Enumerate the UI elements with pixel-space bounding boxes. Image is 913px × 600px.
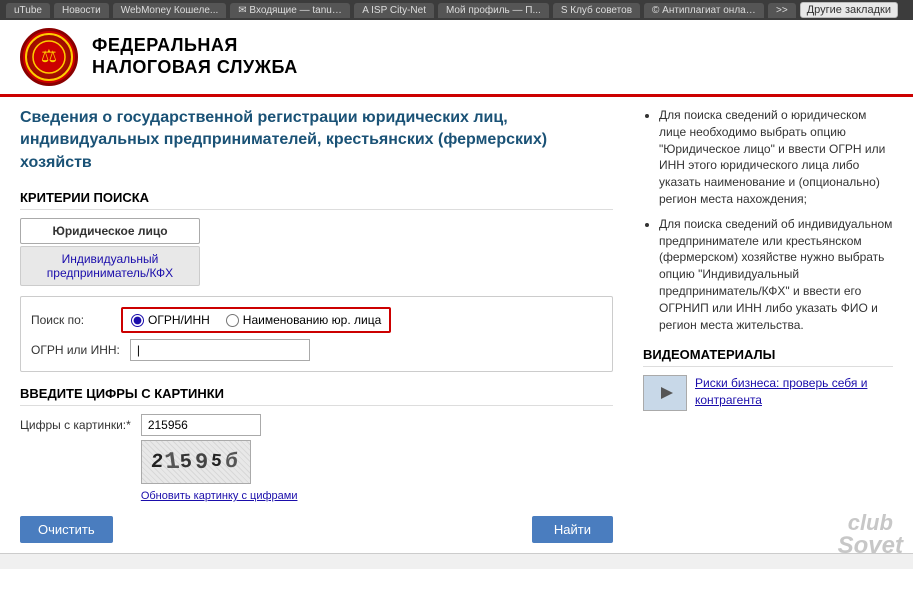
search-by-label: Поиск по: [31,313,111,327]
tab-club[interactable]: S Клуб советов [553,3,640,18]
tab-profile[interactable]: Мой профиль — П... [438,3,549,18]
scrollbar[interactable] [0,553,913,569]
video-thumbnail [643,375,687,411]
captcha-row: Цифры с картинки:* 2 1 5 9 5 б [20,414,613,502]
tab-isp[interactable]: A ISP City-Net [354,3,434,18]
buttons-row: Очистить Найти [20,516,613,543]
entity-tabs: Юридическое лицо Индивидуальный предприн… [20,218,613,286]
radio-name-option[interactable]: Наименованию юр. лица [226,313,381,327]
tab-antiplagiat[interactable]: © Антиплагиат онлай... [644,3,764,18]
captcha-display-text6: б [224,451,242,474]
site-header: ⚖ ФЕДЕРАЛЬНАЯ НАЛОГОВАЯ СЛУЖБА [0,20,913,97]
bookmarks-folder[interactable]: Другие закладки [800,2,898,18]
radio-ogrn-label: ОГРН/ИНН [148,313,210,327]
left-panel: Сведения о государственной регистрации ю… [20,107,633,543]
svg-text:⚖: ⚖ [41,46,57,66]
captcha-label-text: Цифры с картинки:* [20,418,131,432]
video-item: Риски бизнеса: проверь себя и контрагент… [643,375,893,411]
tab-legal-entity[interactable]: Юридическое лицо [20,218,200,244]
logo-text: ФЕДЕРАЛЬНАЯ НАЛОГОВАЯ СЛУЖБА [92,35,298,78]
clear-button[interactable]: Очистить [20,516,113,543]
tab-webmoney[interactable]: WebMoney Кошеле... [113,3,227,18]
tab-individual[interactable]: Индивидуальный предприниматель/КФХ [20,246,200,286]
radio-name-label: Наименованию юр. лица [243,313,381,327]
logo-title-line2: НАЛОГОВАЯ СЛУЖБА [92,57,298,79]
video-link[interactable]: Риски бизнеса: проверь себя и контрагент… [695,375,893,409]
ogrn-inn-input[interactable] [130,339,310,361]
captcha-input[interactable] [141,414,261,436]
video-section-heading: ВИДЕОМАТЕРИАЛЫ [643,347,893,367]
captcha-image: 2 1 5 9 5 б [141,440,251,484]
tab-news[interactable]: Новости [54,3,109,18]
find-button[interactable]: Найти [532,516,613,543]
tab-inbox[interactable]: ✉ Входящие — tanuss... [230,3,350,18]
info-item-1: Для поиска сведений о юридическом лице н… [659,107,893,208]
radio-name-input[interactable] [226,314,239,327]
captcha-heading: ВВЕДИТЕ ЦИФРЫ С КАРТИНКИ [20,386,613,406]
tab-more[interactable]: >> [768,3,796,18]
ogrn-inn-label: ОГРН или ИНН: [31,343,120,357]
captcha-inputs: 2 1 5 9 5 б Обновить картинку с цифрами [141,414,298,502]
right-panel: Для поиска сведений о юридическом лице н… [633,107,893,543]
content-area: Сведения о государственной регистрации ю… [0,97,913,553]
watermark: club Sovet [838,512,903,558]
radio-ogrn-input[interactable] [131,314,144,327]
captcha-display-text3: 5 [179,450,196,474]
captcha-display-text5: 5 [210,452,226,473]
radio-group: ОГРН/ИНН Наименованию юр. лица [121,307,391,333]
captcha-section: ВВЕДИТЕ ЦИФРЫ С КАРТИНКИ Цифры с картинк… [20,386,613,502]
logo-inner: ⚖ [25,33,73,81]
search-by-row: Поиск по: ОГРН/ИНН Наименованию юр. лица [31,307,602,333]
ogrn-inn-row: ОГРН или ИНН: [31,339,602,361]
info-item-2: Для поиска сведений об индивидуальном пр… [659,216,893,334]
site-wrapper: ⚖ ФЕДЕРАЛЬНАЯ НАЛОГОВАЯ СЛУЖБА Сведения … [0,20,913,578]
page-title: Сведения о государственной регистрации ю… [20,107,613,174]
logo-icon: ⚖ [20,28,78,86]
captcha-display-text4: 9 [195,449,211,475]
search-form: Поиск по: ОГРН/ИНН Наименованию юр. лица [20,296,613,372]
logo-title-line1: ФЕДЕРАЛЬНАЯ [92,35,298,57]
refresh-captcha-link[interactable]: Обновить картинку с цифрами [141,490,298,502]
tab-utube[interactable]: uTube [6,3,50,18]
watermark-line1: club [838,512,903,534]
search-section-heading: КРИТЕРИИ ПОИСКА [20,190,613,210]
browser-bar: uTube Новости WebMoney Кошеле... ✉ Входя… [0,0,913,20]
radio-ogrn-option[interactable]: ОГРН/ИНН [131,313,210,327]
captcha-label: Цифры с картинки:* [20,414,131,432]
info-list: Для поиска сведений о юридическом лице н… [643,107,893,333]
